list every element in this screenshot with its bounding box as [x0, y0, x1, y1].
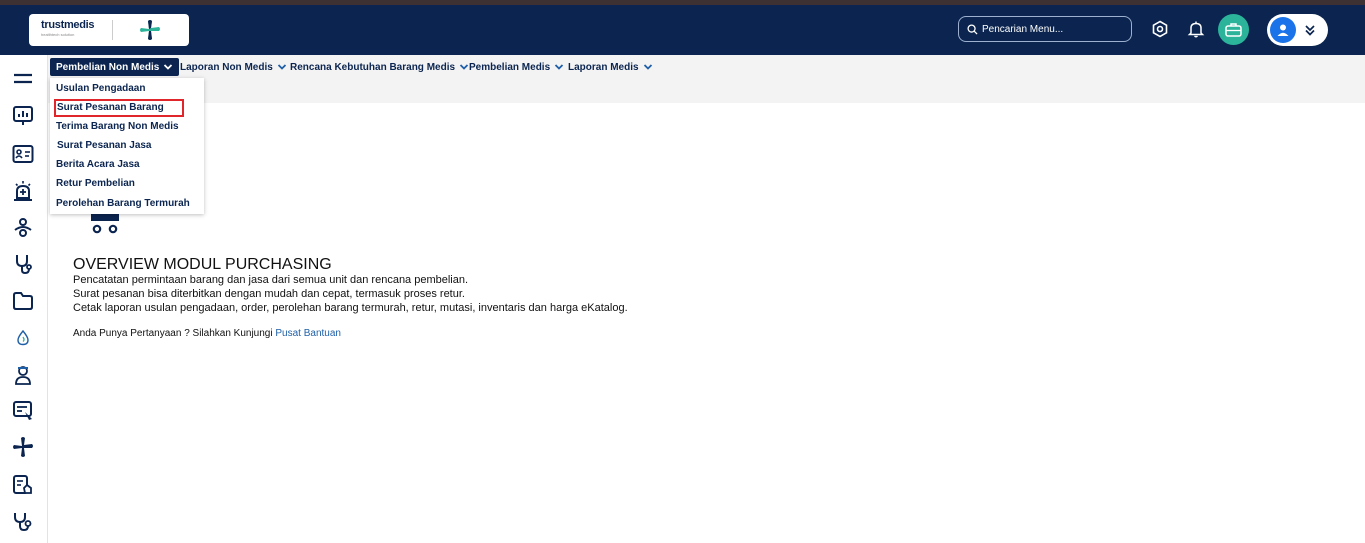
briefcase-button[interactable]: [1218, 14, 1249, 45]
overview-line: Surat pesanan bisa diterbitkan dengan mu…: [73, 288, 465, 300]
logo[interactable]: trustmedis healthtech solution: [29, 14, 189, 46]
dashboard-chart-icon[interactable]: [11, 104, 35, 128]
chevron-down-icon: [643, 64, 652, 70]
blood-drop-icon[interactable]: [11, 326, 35, 350]
notifications-button[interactable]: [1185, 18, 1207, 40]
vital-sign-icon[interactable]: [11, 216, 35, 240]
chevron-down-icon: [277, 64, 286, 70]
nav-label: Rencana Kebutuhan Barang Medis: [290, 61, 456, 73]
medical-cross-icon[interactable]: [11, 435, 35, 459]
menu-icon[interactable]: [11, 69, 35, 93]
user-avatar-icon: [1270, 17, 1296, 43]
ambulance-icon[interactable]: [11, 179, 35, 203]
bell-icon: [1187, 21, 1205, 38]
help-prefix: Anda Punya Pertanyaan ? Silahkan Kunjung…: [73, 328, 276, 339]
menu-item-retur-pembelian[interactable]: Retur Pembelian: [56, 178, 135, 189]
nav-pembelian-medis[interactable]: Pembelian Medis: [469, 58, 564, 76]
briefcase-icon: [1225, 23, 1242, 37]
hexagon-gear-icon: [1152, 20, 1168, 38]
report-hand-icon[interactable]: [11, 473, 35, 497]
folder-icon[interactable]: [11, 289, 35, 313]
user-menu[interactable]: [1267, 14, 1328, 46]
chevron-down-icon: [459, 64, 469, 70]
overview-line: Pencatatan permintaan barang dan jasa da…: [73, 274, 469, 286]
nav-label: Pembelian Medis: [469, 61, 551, 73]
search-box[interactable]: Pencarian Menu...: [958, 16, 1132, 42]
app-header: trustmedis healthtech solution Pencarian…: [0, 5, 1365, 55]
nav-label: Laporan Medis: [568, 61, 639, 73]
stethoscope-icon[interactable]: [11, 252, 35, 276]
pembelian-non-medis-dropdown: Usulan Pengadaan Surat Pesanan Barang Te…: [50, 78, 204, 214]
chevron-down-icon: [555, 64, 564, 70]
search-placeholder: Pencarian Menu...: [982, 23, 1064, 35]
overview-line: Cetak laporan usulan pengadaan, order, p…: [73, 302, 628, 314]
menu-item-surat-pesanan-jasa[interactable]: Surat Pesanan Jasa: [57, 140, 152, 151]
nav-label: Laporan Non Medis: [180, 61, 273, 73]
nav-laporan-non-medis[interactable]: Laporan Non Medis: [180, 58, 287, 76]
help-center-link[interactable]: Pusat Bantuan: [275, 328, 341, 339]
nav-rencana-kebutuhan-barang-medis[interactable]: Rencana Kebutuhan Barang Medis: [290, 58, 469, 76]
chevron-down-icon: [164, 64, 173, 70]
overview-title: OVERVIEW MODUL PURCHASING: [73, 256, 332, 273]
search-icon: [967, 23, 978, 35]
logo-subtitle: healthtech solution: [41, 32, 75, 37]
menu-item-usulan-pengadaan[interactable]: Usulan Pengadaan: [56, 83, 145, 94]
double-chevron-down-icon: [1305, 25, 1315, 36]
sidebar: [0, 55, 48, 543]
form-edit-icon[interactable]: [11, 399, 35, 423]
nav-laporan-medis[interactable]: Laporan Medis: [568, 58, 653, 76]
nav-pembelian-non-medis[interactable]: Pembelian Non Medis: [50, 58, 180, 76]
stethoscope-alt-icon[interactable]: [11, 510, 35, 534]
help-text: Anda Punya Pertanyaan ? Silahkan Kunjung…: [73, 328, 341, 339]
settings-button[interactable]: [1149, 18, 1171, 40]
doctor-icon[interactable]: [11, 363, 35, 387]
logo-divider: [112, 20, 114, 40]
id-card-icon[interactable]: [11, 142, 35, 166]
logo-text: trustmedis healthtech solution: [41, 20, 95, 40]
nav-label: Pembelian Non Medis: [56, 61, 160, 73]
menu-item-perolehan-barang-termurah[interactable]: Perolehan Barang Termurah: [56, 198, 190, 209]
menu-item-berita-acara-jasa[interactable]: Berita Acara Jasa: [56, 159, 140, 170]
module-subnav: Pembelian Non Medis Laporan Non Medis Re…: [48, 55, 1365, 103]
menu-item-surat-pesanan-barang[interactable]: Surat Pesanan Barang: [57, 102, 164, 113]
medical-cross-logo-icon: [140, 20, 161, 40]
menu-item-terima-barang-non-medis[interactable]: Terima Barang Non Medis: [56, 121, 179, 132]
